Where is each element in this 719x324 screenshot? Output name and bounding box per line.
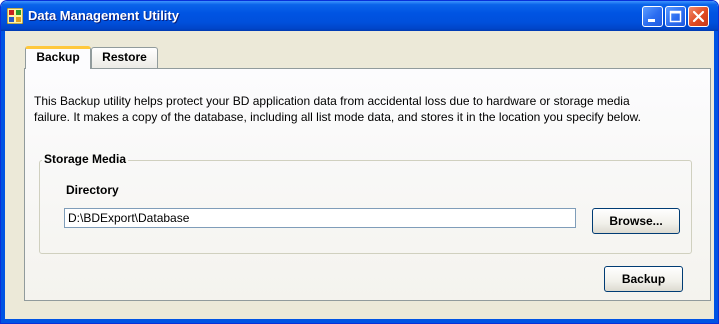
maximize-icon (669, 10, 682, 23)
description-line-1: This Backup utility helps protect your B… (34, 94, 630, 108)
maximize-button[interactable] (665, 6, 686, 27)
storage-media-title: Storage Media (42, 152, 129, 166)
backup-description: This Backup utility helps protect your B… (34, 93, 704, 125)
minimize-button[interactable] (642, 6, 663, 27)
browse-button[interactable]: Browse... (592, 208, 680, 234)
description-line-2: failure. It makes a copy of the database… (34, 110, 642, 124)
directory-label: Directory (66, 183, 119, 197)
title-bar[interactable]: Data Management Utility (1, 1, 718, 31)
minimize-icon (648, 19, 655, 22)
directory-input[interactable] (64, 208, 576, 228)
tab-backup[interactable]: Backup (25, 46, 91, 69)
close-icon (692, 10, 705, 23)
tab-backup-label: Backup (36, 50, 80, 64)
tab-restore-label: Restore (102, 50, 147, 64)
storage-media-group (39, 160, 692, 254)
app-icon (6, 7, 24, 25)
backup-button[interactable]: Backup (604, 266, 683, 292)
window-title: Data Management Utility (28, 8, 179, 23)
close-button[interactable] (688, 6, 709, 27)
app-window: Data Management Utility Backup Restore T… (0, 0, 719, 324)
tab-restore[interactable]: Restore (91, 47, 158, 68)
